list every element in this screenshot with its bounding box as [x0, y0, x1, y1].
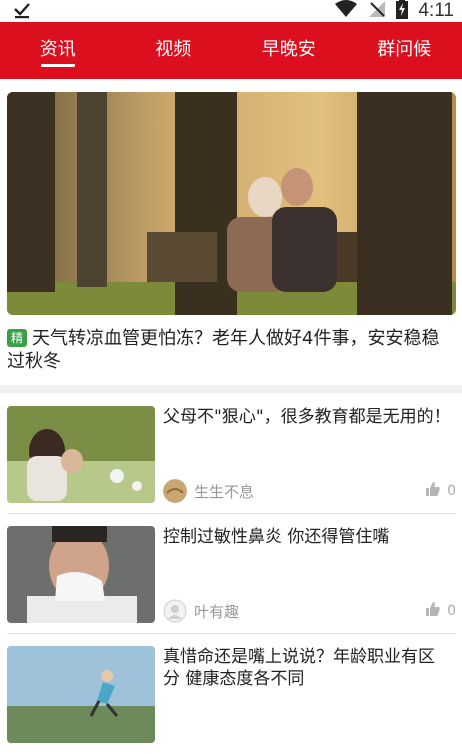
- download-done-icon: [13, 1, 31, 23]
- author-name[interactable]: 叶有趣: [194, 601, 239, 622]
- tab-video[interactable]: 视频: [116, 22, 232, 79]
- article-thumbnail: [7, 526, 155, 623]
- article-thumbnail: [7, 646, 155, 743]
- thumbs-up-icon: [425, 601, 441, 621]
- list-item[interactable]: 父母不"狠心"，很多教育都是无用的！ 生生不息 0: [0, 394, 462, 514]
- no-signal-icon: [368, 0, 386, 22]
- wifi-icon: [334, 0, 358, 22]
- article-meta: 叶有趣 0: [163, 599, 458, 623]
- avatar[interactable]: [163, 479, 187, 503]
- tab-morning-evening[interactable]: 早晚安: [231, 22, 347, 79]
- like-count[interactable]: 0: [425, 601, 456, 621]
- tab-news[interactable]: 资讯: [0, 22, 116, 79]
- feature-image[interactable]: [7, 92, 456, 315]
- article-title: 父母不"狠心"，很多教育都是无用的！: [163, 406, 451, 428]
- thumbs-up-icon: [425, 481, 441, 501]
- author-name[interactable]: 生生不息: [194, 481, 254, 502]
- battery-charging-icon: [396, 0, 408, 23]
- featured-badge: 精: [7, 329, 27, 347]
- article-title: 控制过敏性鼻炎 你还得管住嘴: [163, 526, 451, 548]
- feature-title-text: 天气转凉血管更怕冻？老年人做好4件事，安安稳稳过秋冬: [7, 328, 439, 372]
- list-item[interactable]: 真惜命还是嘴上说说？年龄职业有区分 健康态度各不同: [0, 634, 462, 754]
- section-divider: [0, 385, 462, 393]
- like-count[interactable]: 0: [425, 481, 456, 501]
- article-thumbnail: [7, 406, 155, 503]
- list-item[interactable]: 控制过敏性鼻炎 你还得管住嘴 叶有趣 0: [0, 514, 462, 634]
- article-title: 真惜命还是嘴上说说？年龄职业有区分 健康态度各不同: [163, 646, 451, 690]
- article-meta: 生生不息 0: [163, 479, 458, 503]
- like-count-value: 0: [447, 603, 456, 619]
- category-tabs: 资讯 视频 早晚安 群问候: [0, 22, 462, 79]
- status-bar: 4:11: [0, 0, 462, 22]
- status-time: 4:11: [418, 0, 454, 22]
- avatar-placeholder-icon[interactable]: [163, 599, 187, 623]
- feature-title[interactable]: 精天气转凉血管更怕冻？老年人做好4件事，安安稳稳过秋冬: [7, 327, 453, 373]
- like-count-value: 0: [447, 483, 456, 499]
- tab-group-greetings[interactable]: 群问候: [347, 22, 462, 79]
